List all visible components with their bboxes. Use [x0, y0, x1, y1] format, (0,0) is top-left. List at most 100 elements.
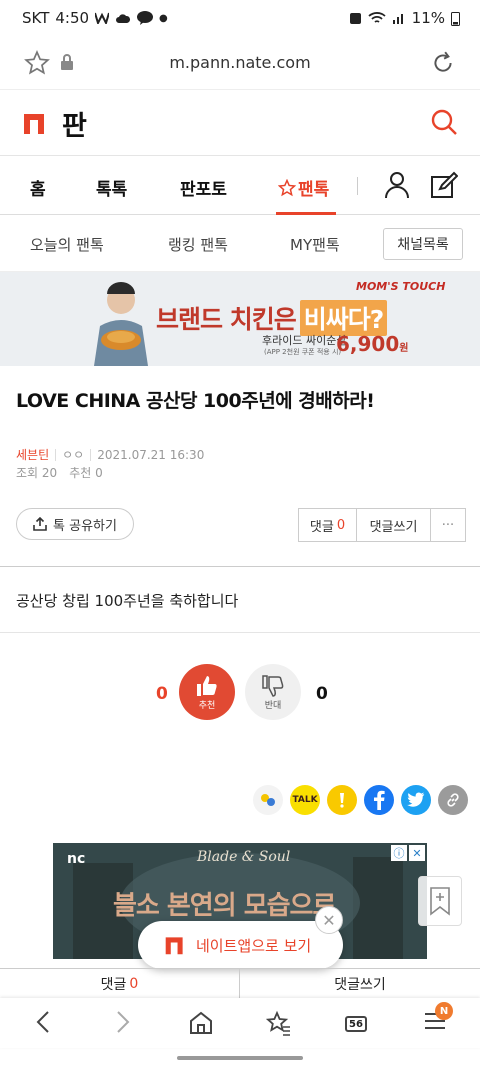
comment-label: 댓글 [309, 519, 334, 535]
active-tab-indicator [276, 212, 336, 215]
ad-headline-highlight: 비싸다? [299, 300, 388, 336]
nate-logo-icon [165, 937, 183, 955]
upvote-count: 0 [156, 684, 168, 704]
bottom-comment-label: 댓글 [100, 976, 127, 993]
thumbs-up-icon [197, 675, 217, 696]
reload-icon[interactable] [430, 50, 456, 76]
browser-nav-bar [0, 998, 480, 1048]
bookmark-plus-icon [430, 887, 450, 916]
nate-share-icon[interactable] [253, 785, 283, 815]
ad-game-text: 블소 본연의 모습으로 [113, 891, 336, 921]
site-title[interactable]: 판 [62, 104, 87, 143]
likes-stat: 추천 0 [69, 464, 103, 481]
forward-icon[interactable] [114, 1010, 132, 1034]
ad-close-icon[interactable]: ✕ [409, 845, 425, 861]
twitter-share-icon[interactable] [401, 785, 431, 815]
bottom-comment-button[interactable]: 댓글 0 [0, 969, 240, 998]
downvote-button[interactable]: 반대 [245, 664, 301, 720]
gesture-bar[interactable] [177, 1056, 303, 1060]
ad-info-icon[interactable]: ⓘ [391, 845, 407, 861]
link-copy-icon[interactable] [438, 785, 468, 815]
home-icon[interactable] [188, 1010, 214, 1036]
divider [0, 632, 480, 633]
signal-icon [392, 14, 403, 24]
app-banner-close-icon[interactable]: ✕ [315, 906, 343, 934]
url-bar[interactable]: m.pann.nate.com [0, 36, 480, 90]
share-label: 톡 공유하기 [53, 518, 117, 534]
post-channel[interactable]: 세븐틴 [16, 446, 49, 463]
ad-person-image [94, 282, 148, 366]
bookmark-star-icon[interactable] [24, 50, 50, 76]
facebook-share-icon[interactable] [364, 785, 394, 815]
sns-share-row: TALK [253, 785, 468, 815]
share-icon [33, 517, 47, 531]
battery-percent: 11% [411, 9, 445, 27]
sub-nav: 오늘의 팬톡 랭킹 팬톡 MY팬톡 채널목록 [0, 216, 480, 272]
ad-price-value: 6,900 [336, 332, 400, 356]
bookmarks-icon[interactable] [266, 1010, 292, 1036]
post-meta: 세븐틴 ㅇㅇ 2021.07.21 16:30 [16, 446, 204, 463]
post-datetime: 2021.07.21 16:30 [97, 447, 205, 462]
kakaotalk-share-icon[interactable]: TALK [290, 785, 320, 815]
bookmark-add-button[interactable] [418, 876, 462, 926]
comment-actions: 댓글 0 댓글쓰기 ··· [298, 508, 466, 542]
channel-list-button[interactable]: 채널목록 [383, 228, 463, 260]
post-stats: 조회 20 추천 0 [16, 464, 103, 481]
clock: 4:50 [55, 9, 90, 27]
ad-headline-text: 브랜드 치킨은 [156, 305, 297, 334]
tab-toktok[interactable]: 톡톡 [96, 175, 127, 200]
ad-headline: 브랜드 치킨은 비싸다? [156, 300, 388, 336]
write-icon[interactable] [430, 171, 458, 199]
downvote-count: 0 [316, 684, 328, 704]
vote-area: 0 추천 반대 0 [0, 664, 480, 724]
post-title: LOVE CHINA 공산당 100주년에 경배하라! [16, 390, 375, 412]
battery-icon [451, 11, 460, 26]
tab-fantok[interactable]: 팬톡 [278, 175, 329, 200]
tabs-count-button[interactable]: 56 [345, 1016, 367, 1032]
views-stat: 조회 20 [16, 464, 57, 481]
search-icon[interactable] [430, 108, 458, 136]
tab-home[interactable]: 홈 [30, 175, 46, 200]
ad-price: 6,900원 [336, 332, 408, 356]
ad-controls: ⓘ ✕ [391, 845, 425, 861]
status-bar: SKT 4:50 ● 11% [0, 0, 480, 36]
subtab-ranking[interactable]: 랭킹 팬톡 [168, 234, 228, 255]
ad-note: (APP 2천원 쿠폰 적용 시) [264, 348, 342, 356]
site-header: 판 [0, 90, 480, 156]
likes-label: 추천 [69, 466, 92, 480]
ad-brand: MOM'S TOUCH [356, 280, 446, 293]
open-in-app-label: 네이트앱으로 보기 [196, 936, 312, 955]
tab-fantok-label: 팬톡 [298, 180, 330, 200]
bottom-write-comment-button[interactable]: 댓글쓰기 [240, 969, 480, 998]
ad-nc-logo: nc [67, 851, 86, 867]
nav-divider [357, 177, 358, 195]
notification-dot: ● [159, 12, 168, 24]
more-button[interactable]: ··· [431, 509, 465, 541]
back-icon[interactable] [34, 1010, 52, 1034]
banner-ad[interactable]: MOM'S TOUCH 브랜드 치킨은 비싸다? 후라이드 싸이순살 (APP … [0, 272, 480, 366]
cloud-icon [116, 13, 131, 23]
write-comment-button[interactable]: 댓글쓰기 [357, 509, 431, 541]
tab-panphoto[interactable]: 판포토 [180, 175, 227, 200]
thumbs-down-icon [262, 674, 284, 697]
kakaostory-share-icon[interactable] [327, 785, 357, 815]
user-icon[interactable] [384, 171, 410, 199]
kakao-share-button[interactable]: 톡 공유하기 [16, 508, 134, 540]
alarm-icon [349, 13, 361, 24]
menu-badge: N [435, 1002, 453, 1020]
likes-count: 0 [95, 466, 103, 480]
nate-logo-icon[interactable] [22, 110, 48, 136]
bottom-comment-bar: 댓글 0 댓글쓰기 [0, 968, 480, 998]
upvote-button[interactable]: 추천 [179, 664, 235, 720]
star-icon [278, 178, 296, 196]
comment-button[interactable]: 댓글 0 [299, 509, 357, 541]
downvote-label: 반대 [264, 700, 282, 711]
subtab-my[interactable]: MY팬톡 [290, 234, 340, 255]
views-label: 조회 [16, 466, 39, 480]
comment-count: 0 [336, 517, 346, 533]
w-icon [95, 12, 110, 24]
bottom-comment-count: 0 [129, 975, 139, 992]
open-in-app-button[interactable]: 네이트앱으로 보기 [138, 921, 343, 969]
subtab-today[interactable]: 오늘의 팬톡 [30, 234, 104, 255]
carrier: SKT [22, 9, 50, 27]
